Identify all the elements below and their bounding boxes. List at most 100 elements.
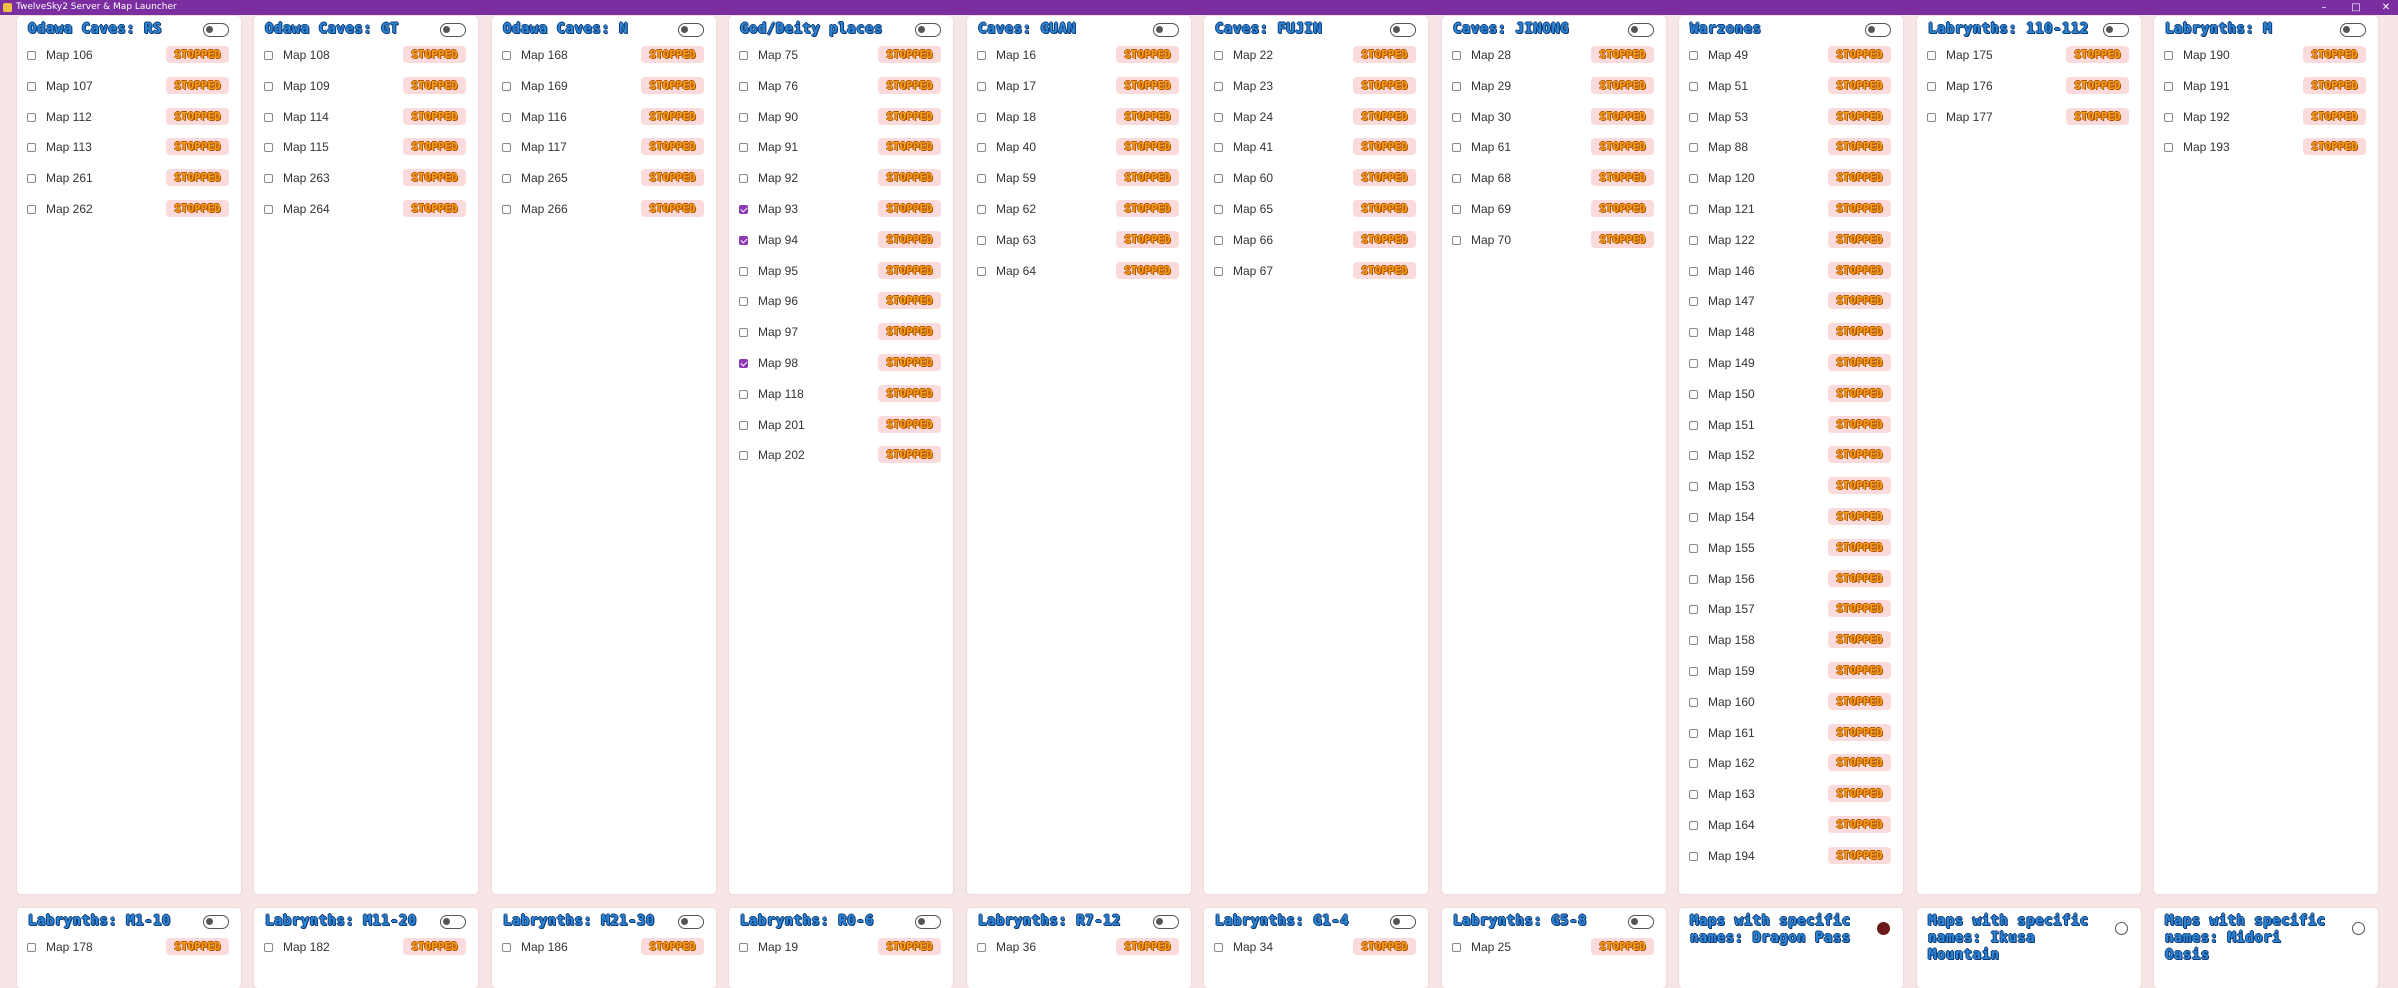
map-checkbox[interactable]	[739, 112, 748, 122]
group-radio[interactable]	[2115, 922, 2128, 935]
map-checkbox[interactable]	[1452, 51, 1461, 60]
map-checkbox[interactable]	[1689, 728, 1698, 738]
group-toggle[interactable]	[1390, 23, 1416, 37]
map-checkbox[interactable]	[1452, 81, 1461, 91]
map-checkbox[interactable]	[739, 420, 748, 430]
maximize-button[interactable]: □	[2346, 0, 2366, 15]
map-checkbox[interactable]	[1214, 235, 1223, 245]
map-checkbox[interactable]	[1214, 51, 1223, 60]
map-checkbox[interactable]	[1214, 943, 1223, 952]
map-checkbox[interactable]	[502, 174, 511, 184]
map-checkbox[interactable]	[2164, 81, 2173, 91]
map-checkbox[interactable]	[977, 235, 986, 245]
map-checkbox[interactable]	[502, 943, 511, 952]
map-checkbox[interactable]	[2164, 112, 2173, 122]
map-checkbox[interactable]	[1214, 143, 1223, 153]
map-checkbox[interactable]	[1689, 358, 1698, 368]
map-checkbox[interactable]	[264, 81, 273, 91]
map-checkbox[interactable]	[27, 112, 36, 122]
group-toggle[interactable]	[1390, 915, 1416, 929]
map-checkbox[interactable]	[1214, 204, 1223, 214]
group-toggle[interactable]	[2340, 23, 2366, 37]
map-checkbox[interactable]	[2164, 143, 2173, 153]
map-checkbox[interactable]	[502, 51, 511, 60]
group-toggle[interactable]	[1153, 23, 1179, 37]
map-checkbox[interactable]	[1689, 451, 1698, 461]
map-checkbox[interactable]	[739, 51, 748, 60]
group-toggle[interactable]	[440, 23, 466, 37]
map-checkbox[interactable]	[1927, 51, 1936, 60]
map-checkbox[interactable]	[1689, 759, 1698, 769]
map-checkbox[interactable]	[502, 204, 511, 214]
group-toggle[interactable]	[915, 915, 941, 929]
map-checkbox[interactable]	[1452, 235, 1461, 245]
map-checkbox[interactable]	[739, 297, 748, 307]
map-checkbox[interactable]	[1689, 482, 1698, 492]
map-checkbox[interactable]	[1689, 851, 1698, 861]
map-checkbox[interactable]	[977, 943, 986, 952]
map-checkbox[interactable]	[1689, 605, 1698, 615]
map-checkbox[interactable]	[1214, 81, 1223, 91]
map-checkbox[interactable]	[1452, 943, 1461, 952]
group-toggle[interactable]	[203, 915, 229, 929]
map-checkbox[interactable]	[1452, 174, 1461, 184]
map-checkbox[interactable]	[1214, 266, 1223, 276]
group-toggle[interactable]	[678, 23, 704, 37]
group-radio[interactable]	[2352, 922, 2365, 935]
map-checkbox[interactable]	[1689, 143, 1698, 153]
map-checkbox[interactable]	[977, 174, 986, 184]
map-checkbox[interactable]	[1214, 112, 1223, 122]
map-checkbox[interactable]	[27, 81, 36, 91]
map-checkbox[interactable]	[502, 143, 511, 153]
group-toggle[interactable]	[1865, 23, 1891, 37]
map-checkbox[interactable]	[977, 51, 986, 60]
map-checkbox[interactable]	[2164, 51, 2173, 60]
map-checkbox[interactable]	[502, 112, 511, 122]
map-checkbox[interactable]	[1689, 112, 1698, 122]
map-checkbox[interactable]	[739, 204, 748, 214]
map-checkbox[interactable]	[264, 51, 273, 60]
map-checkbox[interactable]	[1452, 112, 1461, 122]
map-checkbox[interactable]	[1927, 112, 1936, 122]
map-checkbox[interactable]	[264, 174, 273, 184]
group-toggle[interactable]	[2103, 23, 2129, 37]
map-checkbox[interactable]	[739, 328, 748, 338]
map-checkbox[interactable]	[977, 81, 986, 91]
map-checkbox[interactable]	[27, 51, 36, 60]
map-checkbox[interactable]	[27, 204, 36, 214]
map-checkbox[interactable]	[739, 358, 748, 368]
group-toggle[interactable]	[203, 23, 229, 37]
map-checkbox[interactable]	[739, 389, 748, 399]
map-checkbox[interactable]	[1689, 512, 1698, 522]
map-checkbox[interactable]	[1452, 204, 1461, 214]
map-checkbox[interactable]	[264, 204, 273, 214]
map-checkbox[interactable]	[1689, 266, 1698, 276]
group-radio[interactable]	[1877, 922, 1890, 935]
group-toggle[interactable]	[915, 23, 941, 37]
map-checkbox[interactable]	[264, 943, 273, 952]
map-checkbox[interactable]	[1214, 174, 1223, 184]
map-checkbox[interactable]	[264, 143, 273, 153]
map-checkbox[interactable]	[739, 143, 748, 153]
map-checkbox[interactable]	[1689, 51, 1698, 60]
group-toggle[interactable]	[1153, 915, 1179, 929]
minimize-button[interactable]: –	[2314, 0, 2334, 15]
group-toggle[interactable]	[678, 915, 704, 929]
map-checkbox[interactable]	[1689, 666, 1698, 676]
map-checkbox[interactable]	[27, 143, 36, 153]
map-checkbox[interactable]	[739, 451, 748, 461]
map-checkbox[interactable]	[1689, 204, 1698, 214]
map-checkbox[interactable]	[739, 943, 748, 952]
map-checkbox[interactable]	[264, 112, 273, 122]
map-checkbox[interactable]	[739, 81, 748, 91]
map-checkbox[interactable]	[1452, 143, 1461, 153]
map-checkbox[interactable]	[1689, 174, 1698, 184]
map-checkbox[interactable]	[739, 174, 748, 184]
group-toggle[interactable]	[440, 915, 466, 929]
map-checkbox[interactable]	[1689, 81, 1698, 91]
map-checkbox[interactable]	[1689, 790, 1698, 800]
map-checkbox[interactable]	[502, 81, 511, 91]
map-checkbox[interactable]	[977, 266, 986, 276]
map-checkbox[interactable]	[27, 174, 36, 184]
map-checkbox[interactable]	[1689, 235, 1698, 245]
